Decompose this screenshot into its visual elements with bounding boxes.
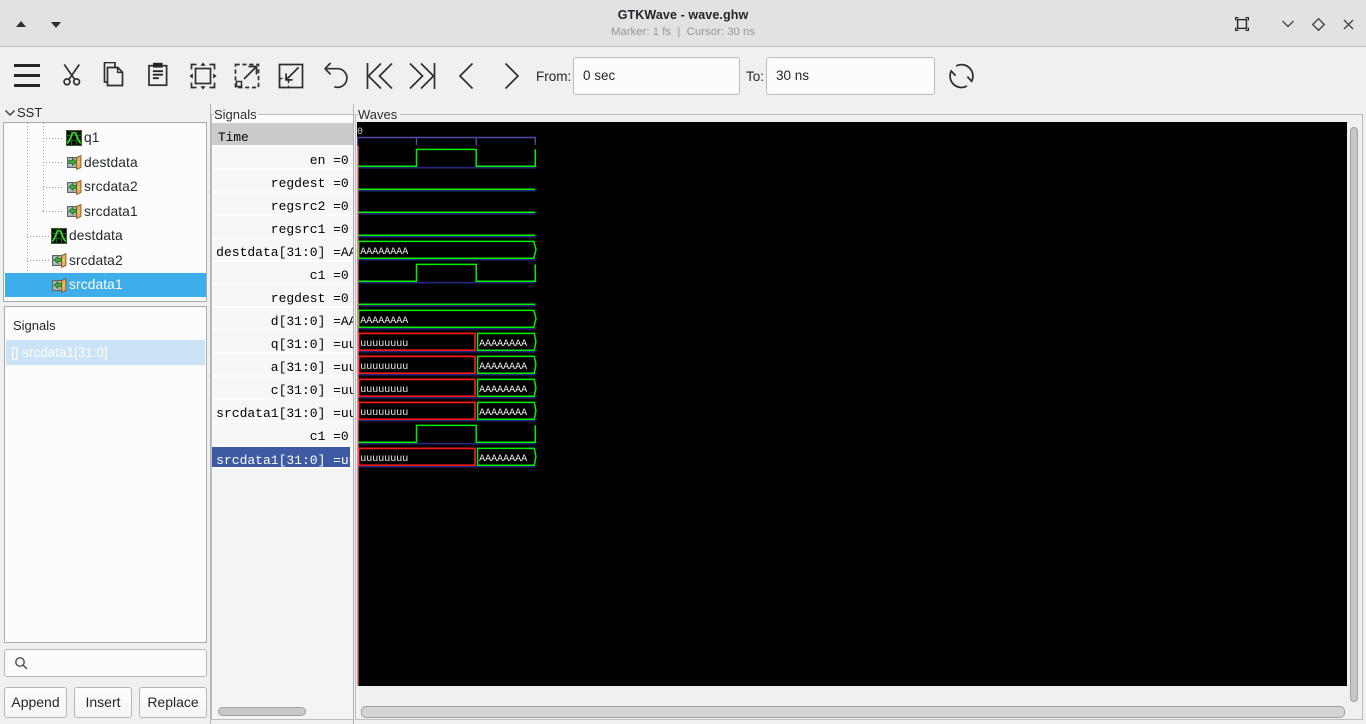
svg-text:AAAAAAAA: AAAAAAAA xyxy=(479,339,527,350)
svg-text:AAAAAAAA: AAAAAAAA xyxy=(479,362,527,373)
svg-text:0: 0 xyxy=(357,127,363,138)
svg-text:uuuuuuuu: uuuuuuuu xyxy=(360,454,408,465)
svg-text:uuuuuuuu: uuuuuuuu xyxy=(360,362,408,373)
svg-text:AAAAAAAA: AAAAAAAA xyxy=(360,247,408,258)
svg-text:uuuuuuuu: uuuuuuuu xyxy=(360,339,408,350)
svg-text:AAAAAAAA: AAAAAAAA xyxy=(360,316,408,327)
svg-text:AAAAAAAA: AAAAAAAA xyxy=(479,385,527,396)
svg-text:AAAAAAAA: AAAAAAAA xyxy=(479,408,527,419)
svg-text:AAAAAAAA: AAAAAAAA xyxy=(479,454,527,465)
svg-text:uuuuuuuu: uuuuuuuu xyxy=(360,408,408,419)
svg-text:uuuuuuuu: uuuuuuuu xyxy=(360,385,408,396)
